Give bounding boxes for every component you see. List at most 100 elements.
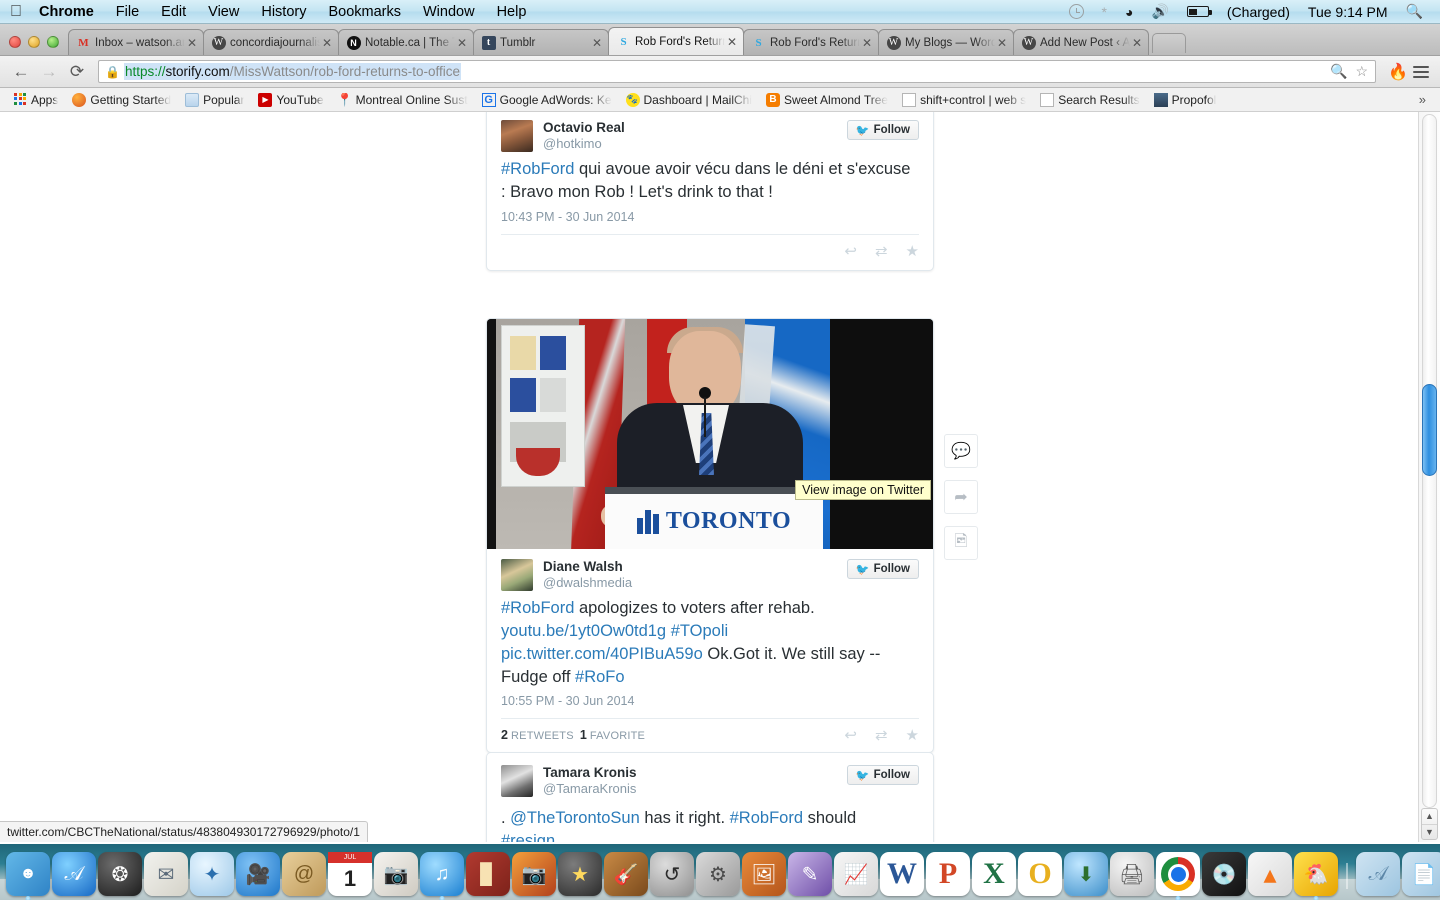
dock-item-google-chrome[interactable] bbox=[1156, 852, 1200, 900]
retweet-icon[interactable]: ⇄ bbox=[875, 726, 888, 744]
menu-bar-clock[interactable]: Tue 9:14 PM bbox=[1299, 4, 1397, 20]
hashtag-link[interactable]: #RobFord bbox=[501, 599, 574, 617]
favorite-icon[interactable]: ★ bbox=[906, 726, 919, 744]
share-button[interactable]: ➦ bbox=[944, 480, 978, 514]
tweet-author-name[interactable]: Diane Walsh bbox=[543, 559, 632, 575]
reload-button[interactable]: ⟳ bbox=[64, 60, 90, 84]
address-bar[interactable]: 🔒 https://storify.com/MissWattson/rob-fo… bbox=[98, 60, 1377, 83]
tweet-card-tamara-kronis[interactable]: Tamara Kronis @TamaraKronis 🐦 Follow . @… bbox=[486, 752, 934, 842]
hamburger-menu-icon[interactable] bbox=[1410, 65, 1432, 78]
scroll-down-icon[interactable]: ▼ bbox=[1422, 825, 1437, 840]
tweet-card-octavio-real[interactable]: Octavio Real @hotkimo 🐦 Follow #RobFord … bbox=[486, 112, 934, 271]
avatar[interactable] bbox=[501, 120, 533, 152]
battery-status-label[interactable]: (Charged) bbox=[1218, 4, 1299, 20]
dock-item-time-machine[interactable]: ↺ bbox=[650, 852, 694, 896]
mention-link[interactable]: @TheTorontoSun bbox=[510, 809, 640, 827]
scrollbar-thumb[interactable] bbox=[1422, 384, 1437, 476]
minimize-window-button[interactable] bbox=[28, 36, 40, 48]
zoom-out-icon[interactable]: 🔍 bbox=[1330, 63, 1347, 80]
close-window-button[interactable] bbox=[9, 36, 21, 48]
dock-item-theatre[interactable]: ▊ bbox=[466, 852, 510, 896]
tab-close-icon[interactable]: ✕ bbox=[860, 36, 874, 50]
pic-twitter-link[interactable]: pic.twitter.com/40PIBuA59o bbox=[501, 645, 703, 663]
dock-item-garageband[interactable]: 🎸 bbox=[604, 852, 648, 896]
dock-item-print-queue[interactable]: 🖨 bbox=[1110, 852, 1154, 896]
dock-item-microsoft-word[interactable]: W bbox=[880, 852, 924, 896]
browser-tab-inbox[interactable]: M Inbox – watson.amie ✕ bbox=[68, 29, 204, 55]
dock-item-iphoto[interactable]: 📷 bbox=[512, 852, 556, 896]
dock-item-microsoft-excel[interactable]: X bbox=[972, 852, 1016, 896]
dock-item-contacts[interactable]: @ bbox=[282, 852, 326, 896]
hashtag-link[interactable]: #TOpoli bbox=[671, 622, 728, 640]
tweet-author-handle[interactable]: @TamaraKronis bbox=[543, 781, 637, 797]
dock-item-numbers[interactable]: 📈 bbox=[834, 852, 878, 896]
hashtag-link[interactable]: #resign bbox=[501, 832, 555, 842]
dock-item-itunes[interactable]: ♫ bbox=[420, 852, 464, 900]
bookmark-montreal-online-sust[interactable]: 📍 Montreal Online Sust bbox=[331, 93, 475, 107]
menu-view[interactable]: View bbox=[197, 4, 250, 20]
new-tab-button[interactable] bbox=[1152, 33, 1186, 53]
dock-item-documents-folder[interactable]: 📄 bbox=[1402, 852, 1440, 896]
bookmark-propofol[interactable]: Propofol bbox=[1147, 92, 1224, 107]
tweet-timestamp[interactable]: 10:43 PM - 30 Jun 2014 bbox=[487, 204, 933, 234]
tweet-author-name[interactable]: Tamara Kronis bbox=[543, 765, 637, 781]
forward-button[interactable]: → bbox=[36, 60, 62, 84]
dock-item-microsoft-outlook[interactable]: O bbox=[1018, 852, 1062, 896]
dock-item-calendar[interactable]: JUL 1 bbox=[328, 852, 372, 896]
bookmarks-overflow-icon[interactable]: » bbox=[1411, 92, 1434, 107]
back-button[interactable]: ← bbox=[8, 60, 34, 84]
dock-item-safari[interactable]: ✦ bbox=[190, 852, 234, 896]
scrollbar-arrows[interactable]: ▲ ▼ bbox=[1421, 808, 1438, 840]
dock-item-system-preferences[interactable]: ⚙ bbox=[696, 852, 740, 896]
battery-icon[interactable] bbox=[1178, 6, 1218, 17]
hashtag-link[interactable]: #RoFo bbox=[575, 668, 625, 686]
dock-item-keynote[interactable]: 🖼 bbox=[742, 852, 786, 896]
flame-extension-icon[interactable]: 🔥 bbox=[1388, 62, 1408, 82]
hashtag-link[interactable]: #RobFord bbox=[501, 160, 574, 178]
bookmark-popular[interactable]: Popular bbox=[178, 92, 251, 107]
menu-help[interactable]: Help bbox=[486, 4, 538, 20]
dock-item-mail[interactable]: ✉ bbox=[144, 852, 188, 896]
youtube-link[interactable]: youtu.be/1yt0Ow0td1g bbox=[501, 622, 666, 640]
spotlight-search-icon[interactable]: 🔍 bbox=[1397, 3, 1432, 20]
hashtag-link[interactable]: #RobFord bbox=[730, 809, 803, 827]
avatar[interactable] bbox=[501, 765, 533, 797]
maximize-window-button[interactable] bbox=[47, 36, 59, 48]
retweet-icon[interactable]: ⇄ bbox=[875, 242, 888, 260]
dock-item-downloads-app[interactable]: ⬇ bbox=[1064, 852, 1108, 896]
bookmark-getting-started[interactable]: Getting Started bbox=[65, 92, 178, 107]
menu-bookmarks[interactable]: Bookmarks bbox=[317, 4, 412, 20]
browser-tab-concordiajournalism[interactable]: W concordiajournalism ✕ bbox=[203, 29, 339, 55]
dock-item-finder[interactable]: ☻ bbox=[6, 852, 50, 900]
star-icon[interactable]: ☆ bbox=[1356, 63, 1369, 80]
browser-tab-my-blogs-wordpress[interactable]: W My Blogs — WordPre ✕ bbox=[878, 29, 1014, 55]
tweet-author-handle[interactable]: @dwalshmedia bbox=[543, 575, 632, 591]
dock-item-app-store[interactable]: 𝒜 bbox=[52, 852, 96, 896]
avatar[interactable] bbox=[501, 559, 533, 591]
follow-button[interactable]: 🐦 Follow bbox=[846, 765, 919, 785]
time-machine-icon[interactable] bbox=[1060, 4, 1093, 19]
browser-tab-add-new-post[interactable]: W Add New Post ‹ Amie ✕ bbox=[1013, 29, 1149, 55]
bookmark-google-adwords[interactable]: G Google AdWords: Ke bbox=[475, 92, 619, 107]
tab-close-icon[interactable]: ✕ bbox=[995, 36, 1009, 50]
menu-history[interactable]: History bbox=[250, 4, 317, 20]
menu-window[interactable]: Window bbox=[412, 4, 486, 20]
page-scrollbar[interactable]: ▲ ▼ bbox=[1418, 112, 1440, 842]
reply-icon[interactable]: ↩ bbox=[844, 242, 857, 260]
follow-button[interactable]: 🐦 Follow bbox=[846, 559, 919, 579]
dock-item-pages[interactable]: ✎ bbox=[788, 852, 832, 896]
dock-item-vlc[interactable]: ▴ bbox=[1248, 852, 1292, 896]
wifi-icon[interactable]: ◕ bbox=[1116, 4, 1142, 20]
dock-item-dashboard[interactable]: ❂ bbox=[98, 852, 142, 896]
dock-item-rubber-duck[interactable]: 🐔 bbox=[1294, 852, 1338, 900]
dock-item-applications-folder[interactable]: 𝒜 bbox=[1356, 852, 1400, 896]
bookmark-mailchimp-dashboard[interactable]: 🐾 Dashboard | MailChi bbox=[619, 92, 760, 107]
tweet-card-diane-walsh[interactable]: TORONTO View image on Twitter Diane Wals… bbox=[486, 318, 934, 754]
browser-tab-notable[interactable]: N Notable.ca | The Top ✕ bbox=[338, 29, 474, 55]
browser-tab-rob-ford-return-2[interactable]: S Rob Ford's Return to ✕ bbox=[743, 29, 879, 55]
bluetooth-icon[interactable]: * bbox=[1093, 4, 1116, 20]
tweet-author-name[interactable]: Octavio Real bbox=[543, 120, 625, 136]
menu-chrome[interactable]: Chrome bbox=[28, 4, 105, 20]
bookmark-shift-control[interactable]: shift+control | web s bbox=[895, 92, 1033, 107]
tweet-photo[interactable]: TORONTO View image on Twitter bbox=[487, 319, 933, 549]
